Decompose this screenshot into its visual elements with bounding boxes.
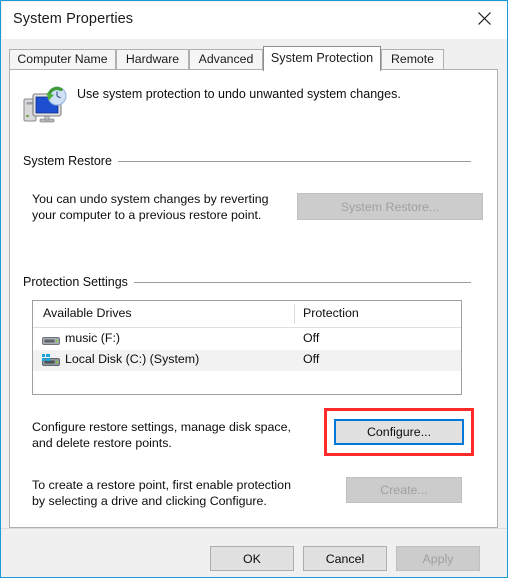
apply-button[interactable]: Apply bbox=[396, 546, 480, 571]
tab-remote[interactable]: Remote bbox=[381, 49, 444, 70]
configure-description: Configure restore settings, manage disk … bbox=[32, 419, 291, 451]
protection-settings-group-label: Protection Settings bbox=[23, 275, 134, 289]
system-restore-button[interactable]: System Restore... bbox=[297, 193, 483, 220]
column-header-available-drives: Available Drives bbox=[43, 306, 132, 320]
system-restore-description: You can undo system changes by reverting… bbox=[32, 191, 269, 223]
list-header-row: Available Drives Protection bbox=[33, 301, 461, 328]
column-divider-end bbox=[461, 304, 462, 324]
column-header-protection: Protection bbox=[303, 306, 359, 320]
drive-name: music (F:) bbox=[65, 331, 121, 345]
system-properties-window: System Properties Computer Name Hardware… bbox=[0, 0, 508, 578]
create-button[interactable]: Create... bbox=[346, 477, 462, 503]
create-description-line2: by selecting a drive and clicking Config… bbox=[32, 494, 267, 508]
configure-description-line1: Configure restore settings, manage disk … bbox=[32, 420, 291, 434]
close-icon bbox=[477, 11, 491, 25]
table-row[interactable]: Local Disk (C:) (System) Off bbox=[33, 350, 461, 371]
system-restore-description-line1: You can undo system changes by reverting bbox=[32, 192, 269, 206]
create-description-line1: To create a restore point, first enable … bbox=[32, 478, 291, 492]
configure-button[interactable]: Configure... bbox=[334, 419, 464, 445]
create-description: To create a restore point, first enable … bbox=[32, 477, 291, 509]
tab-system-protection[interactable]: System Protection bbox=[263, 46, 381, 71]
tab-strip: Computer Name Hardware Advanced System P… bbox=[9, 46, 501, 71]
system-protection-page bbox=[9, 69, 498, 528]
system-restore-description-line2: your computer to a previous restore poin… bbox=[32, 208, 262, 222]
cancel-button[interactable]: Cancel bbox=[303, 546, 387, 571]
drive-name: Local Disk (C:) (System) bbox=[65, 352, 200, 366]
window-title: System Properties bbox=[13, 11, 134, 27]
drive-icon bbox=[42, 333, 60, 347]
title-bar: System Properties bbox=[2, 2, 507, 39]
drive-protection-status: Off bbox=[303, 352, 320, 366]
header-description: Use system protection to undo unwanted s… bbox=[77, 87, 401, 101]
drive-protection-status: Off bbox=[303, 331, 320, 345]
system-protection-icon bbox=[21, 83, 69, 131]
tab-advanced[interactable]: Advanced bbox=[189, 49, 263, 70]
tab-computer-name[interactable]: Computer Name bbox=[9, 49, 116, 70]
close-button[interactable] bbox=[460, 3, 507, 33]
tab-hardware[interactable]: Hardware bbox=[116, 49, 189, 70]
ok-button[interactable]: OK bbox=[210, 546, 294, 571]
system-restore-group-label: System Restore bbox=[23, 154, 118, 168]
table-row[interactable]: music (F:) Off bbox=[33, 329, 461, 350]
available-drives-list[interactable]: Available Drives Protection music (F:) O… bbox=[32, 300, 462, 395]
configure-description-line2: and delete restore points. bbox=[32, 436, 172, 450]
footer-divider bbox=[1, 528, 507, 529]
system-drive-icon bbox=[42, 354, 60, 368]
column-divider bbox=[294, 304, 295, 324]
